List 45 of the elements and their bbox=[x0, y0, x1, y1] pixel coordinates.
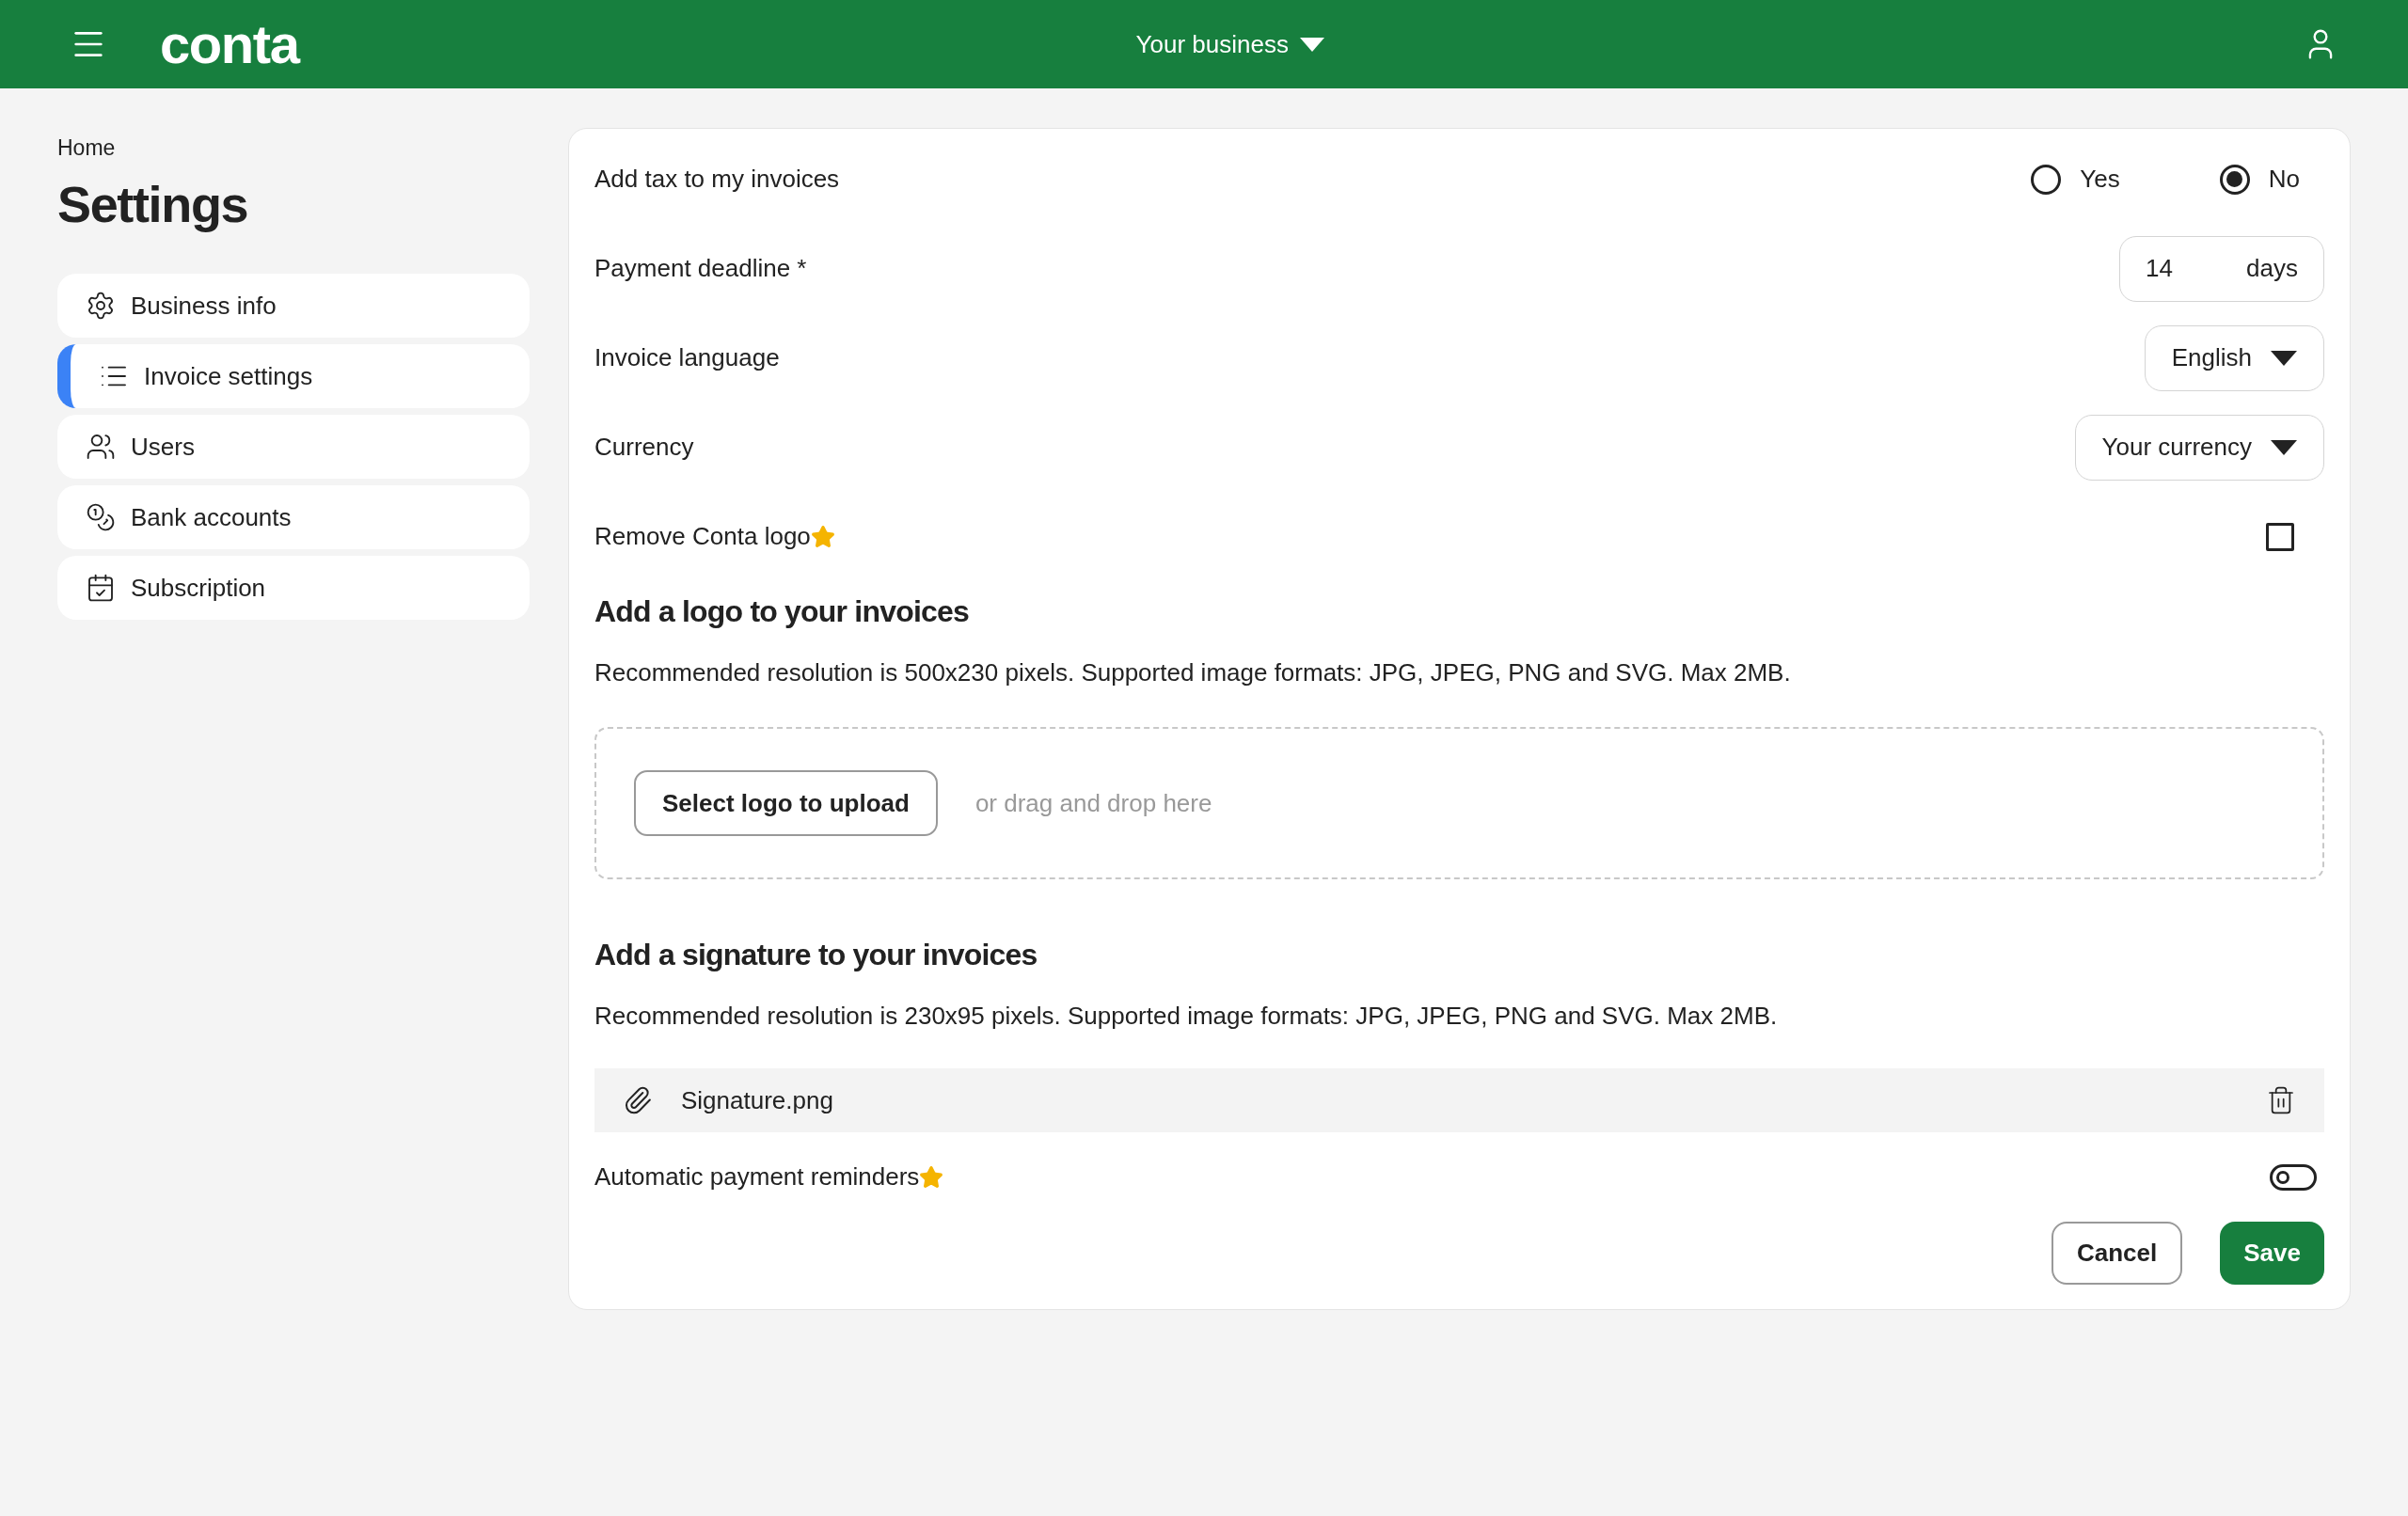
section-description: Recommended resolution is 230x95 pixels. Supported image formats: JPG, JPEG, PNG and SVG. Max 2MB. bbox=[594, 1001, 1779, 1032]
coins-icon bbox=[86, 502, 116, 532]
sidebar-item[interactable]: Invoice settings bbox=[57, 344, 530, 408]
caret-icon bbox=[1299, 37, 1324, 52]
section-heading: Add a signature to your invoices bbox=[594, 937, 1038, 973]
drop-hint: or drag and drop here bbox=[974, 787, 1212, 819]
paperclip-icon bbox=[623, 1085, 653, 1115]
users-icon bbox=[86, 432, 116, 462]
radio-option[interactable]: No bbox=[2219, 161, 2300, 197]
radio-icon[interactable] bbox=[2031, 164, 2062, 195]
business-dropdown[interactable]: Your business bbox=[1135, 25, 1324, 63]
upload-button[interactable]: Select logo to upload bbox=[634, 770, 938, 836]
drop-zone[interactable]: Select logo to upload or drag and drop here bbox=[594, 727, 2324, 879]
sidebar-item[interactable]: Business info bbox=[57, 274, 530, 338]
field-label: Payment deadline * bbox=[594, 253, 807, 284]
currency-dropdown[interactable]: Your currency bbox=[2074, 414, 2324, 481]
sidebar-item[interactable]: Subscription bbox=[57, 556, 530, 620]
star-icon bbox=[810, 524, 835, 549]
gear-icon bbox=[86, 291, 116, 321]
days-input-field[interactable]: 14 days bbox=[2119, 235, 2324, 302]
field-label: Add tax to my invoices bbox=[594, 164, 840, 195]
save-button[interactable]: Save bbox=[2220, 1222, 2324, 1285]
field-label: Invoice language bbox=[594, 342, 780, 373]
page-title: Settings bbox=[57, 175, 249, 234]
language-dropdown[interactable]: English bbox=[2144, 324, 2324, 391]
toggle-switch[interactable] bbox=[2270, 1163, 2317, 1191]
field-label: Currency bbox=[594, 432, 694, 463]
sidebar-item[interactable]: Users bbox=[57, 415, 530, 479]
section-heading: Add a logo to your invoices bbox=[594, 593, 970, 630]
caret-icon bbox=[2271, 350, 2297, 366]
calendar-icon bbox=[86, 573, 116, 603]
field-label: Remove Conta logo bbox=[594, 521, 811, 552]
star-icon bbox=[919, 1164, 944, 1190]
logo[interactable]: conta bbox=[160, 17, 299, 71]
sidebar-item[interactable]: Bank accounts bbox=[57, 485, 530, 549]
breadcrumb-link[interactable]: Home bbox=[57, 134, 530, 161]
field-label: Automatic payment reminders bbox=[594, 1161, 920, 1192]
section-description: Recommended resolution is 500x230 pixels. Supported image formats: JPG, JPEG, PNG and SVG. Max 2MB. bbox=[594, 657, 1792, 688]
file-name: Signature.png bbox=[681, 1084, 834, 1116]
checkbox[interactable] bbox=[2266, 522, 2294, 551]
caret-icon bbox=[2271, 439, 2297, 455]
trash-icon[interactable] bbox=[2266, 1085, 2296, 1115]
radio-option[interactable]: Yes bbox=[2031, 161, 2120, 197]
radio-icon[interactable] bbox=[2219, 164, 2250, 195]
cancel-button[interactable]: Cancel bbox=[2052, 1222, 2183, 1285]
